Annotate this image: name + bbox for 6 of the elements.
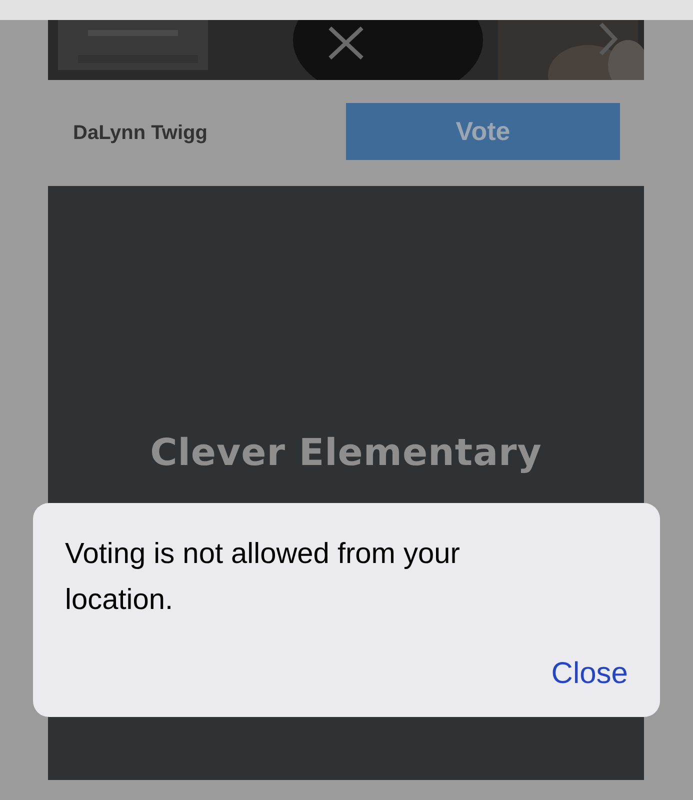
close-button[interactable]: Close [551,657,628,691]
alert-message: Voting is not allowed from your location. [65,537,461,618]
school-name: Clever Elementary [150,431,542,474]
chevron-right-icon[interactable] [598,22,618,56]
candidate-name: DaLynn Twigg [73,122,208,144]
close-icon[interactable] [328,26,364,60]
